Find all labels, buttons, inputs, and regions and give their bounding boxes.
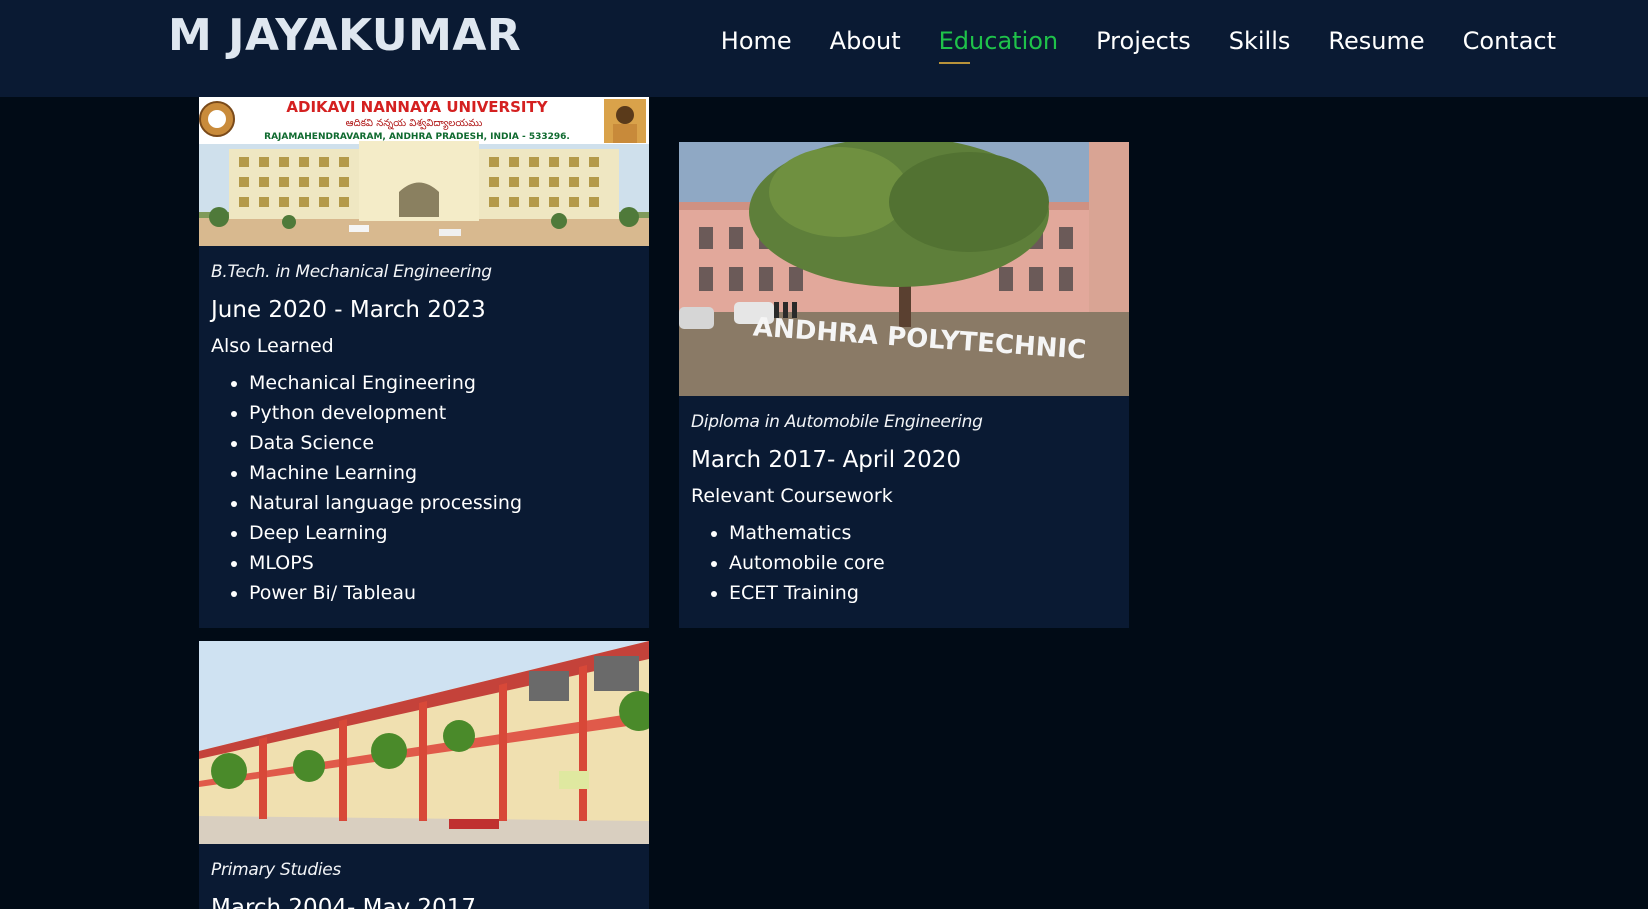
list-item: MLOPS — [249, 548, 637, 578]
subheading: Also Learned — [211, 335, 334, 357]
nav-contact[interactable]: Contact — [1463, 24, 1556, 64]
education-card-primary: Primary Studies March 2004- May 2017 — [199, 641, 649, 909]
date-range: March 2004- May 2017 — [211, 895, 476, 909]
list-item: Mechanical Engineering — [249, 368, 637, 398]
list-item: ECET Training — [729, 578, 1117, 608]
polytechnic-image: ANDHRA POLYTECHNIC — [679, 142, 1129, 396]
skills-list: Mechanical Engineering Python developmen… — [211, 368, 637, 608]
list-item: Python development — [249, 398, 637, 428]
nav-resume[interactable]: Resume — [1328, 24, 1424, 64]
university-banner-telugu: ఆదికవి నన్నయ విశ్వవిద్యాలయము — [346, 118, 483, 130]
nav-skills[interactable]: Skills — [1229, 24, 1291, 64]
university-banner-title: ADIKAVI NANNAYA UNIVERSITY — [286, 98, 548, 116]
nav-education[interactable]: Education — [938, 24, 1058, 64]
degree-title: Diploma in Automobile Engineering — [691, 412, 983, 432]
degree-title: B.Tech. in Mechanical Engineering — [211, 262, 492, 282]
list-item: Power Bi/ Tableau — [249, 578, 637, 608]
date-range: June 2020 - March 2023 — [211, 297, 486, 323]
university-image: ADIKAVI NANNAYA UNIVERSITY ఆదికవి నన్నయ … — [199, 97, 649, 246]
education-card-diploma: ANDHRA POLYTECHNIC Diploma in Automobile… — [679, 142, 1129, 628]
degree-title: Primary Studies — [211, 860, 341, 880]
coursework-list: Mathematics Automobile core ECET Trainin… — [691, 518, 1117, 608]
list-item: Mathematics — [729, 518, 1117, 548]
list-item: Deep Learning — [249, 518, 637, 548]
subheading: Relevant Coursework — [691, 485, 893, 507]
school-image — [199, 641, 649, 844]
list-item: Natural language processing — [249, 488, 637, 518]
list-item: Automobile core — [729, 548, 1117, 578]
nav-projects[interactable]: Projects — [1096, 24, 1191, 64]
nav-about[interactable]: About — [830, 24, 901, 64]
date-range: March 2017- April 2020 — [691, 447, 961, 473]
university-banner-address: RAJAMAHENDRAVARAM, ANDHRA PRADESH, INDIA… — [264, 132, 570, 142]
main-nav: Home About Education Projects Skills Res… — [721, 24, 1556, 64]
nav-home[interactable]: Home — [721, 24, 792, 64]
navbar: M JAYAKUMAR Home About Education Project… — [0, 0, 1648, 97]
education-card-btech: ADIKAVI NANNAYA UNIVERSITY ఆదికవి నన్నయ … — [199, 97, 649, 628]
list-item: Machine Learning — [249, 458, 637, 488]
brand-logo[interactable]: M JAYAKUMAR — [168, 10, 521, 61]
list-item: Data Science — [249, 428, 637, 458]
